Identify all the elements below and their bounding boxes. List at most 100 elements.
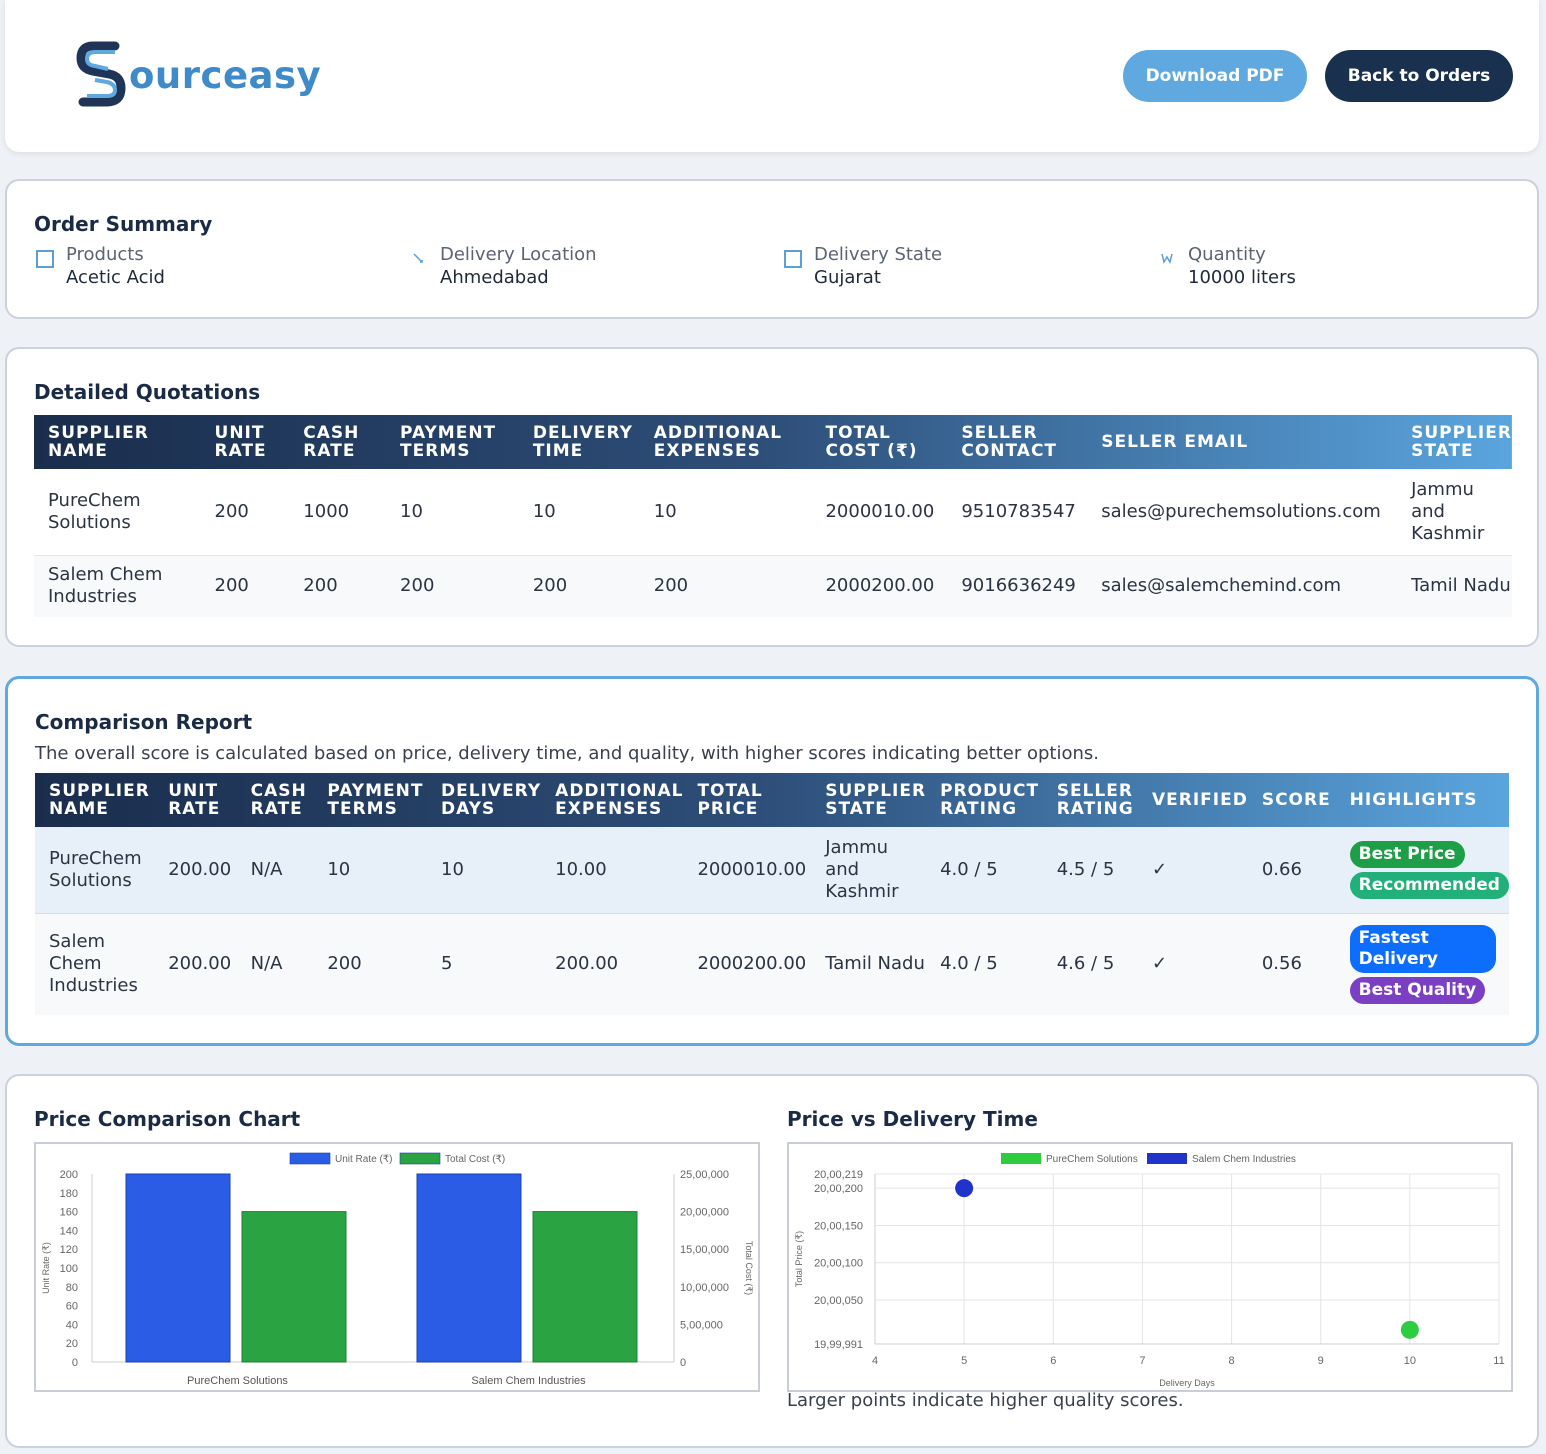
seller-email-link[interactable]: sales@purechemsolutions.com [1087, 469, 1397, 555]
summary-label: Quantity [1188, 244, 1266, 265]
column-header[interactable]: DELIVERY TIME [519, 415, 640, 469]
table-cell: 200 [303, 575, 338, 597]
column-header[interactable]: SELLER RATING [1043, 773, 1138, 827]
score-cell: 0.66 [1261, 858, 1302, 880]
column-header[interactable]: SUPPLIER NAME [34, 415, 201, 469]
column-header[interactable]: TOTAL COST (₹) [811, 415, 947, 469]
column-header[interactable]: HIGHLIGHTS [1336, 773, 1509, 827]
table-cell: 10 [441, 858, 464, 880]
column-header[interactable]: PAYMENT TERMS [386, 415, 519, 469]
column-header[interactable]: DELIVERY DAYS [427, 773, 541, 827]
summary-value: Acetic Acid [66, 267, 165, 288]
table-row: Salem Chem Industries 200 200 200 200 20… [34, 555, 1512, 617]
summary-quantity: Quantity 10000 liters [1161, 244, 1296, 288]
column-header[interactable]: SCORE [1248, 773, 1336, 827]
summary-label: Products [66, 244, 144, 265]
table-cell: 200 [327, 953, 362, 975]
supplier-name-cell: PureChem Solutions [48, 489, 141, 533]
table-cell: 4.0 / 5 [940, 858, 998, 880]
summary-delivery-state: Delivery State Gujarat [784, 244, 943, 288]
column-header[interactable]: CASH RATE [237, 773, 314, 827]
summary-label: Delivery Location [440, 244, 597, 265]
price-vs-delivery-title: Price vs Delivery Time [787, 1107, 1038, 1131]
table-cell: 10 [400, 500, 423, 522]
table-cell: N/A [250, 953, 283, 975]
x-tick-label: Salem Chem Industries [471, 1375, 586, 1387]
summary-value: Gujarat [814, 267, 881, 288]
y-tick-label: 200 [60, 1169, 78, 1181]
seller-contact-link[interactable]: 9510783547 [947, 469, 1087, 555]
price-vs-delivery-chart: PureChem Solutions Salem Chem Industries 4… [787, 1142, 1513, 1392]
location-icon [413, 253, 423, 263]
table-cell: 200.00 [555, 953, 619, 975]
table-cell: 4.6 / 5 [1056, 953, 1115, 975]
recommended-badge: Recommended [1349, 871, 1509, 899]
x-tick-label: 9 [1318, 1355, 1324, 1367]
y-tick-label: 180 [60, 1188, 78, 1200]
column-header[interactable]: SUPPLIER STATE [1397, 415, 1512, 469]
column-header[interactable]: ADDITIONAL EXPENSES [541, 773, 683, 827]
highlights-cell: Best Price Recommended [1336, 827, 1509, 913]
y-tick-label: 80 [66, 1282, 78, 1294]
table-header-row: SUPPLIER NAME UNIT RATE CASH RATE PAYMEN… [34, 415, 1512, 469]
table-cell: 200.00 [168, 858, 232, 880]
y2-tick-label: 20,00,000 [680, 1207, 729, 1219]
scatter-point [1400, 1320, 1419, 1339]
comparison-report-title: Comparison Report [35, 710, 253, 734]
order-summary-card: Order Summary Products Acetic Acid Deliv… [5, 179, 1539, 319]
x-axis-label: Delivery Days [1159, 1378, 1215, 1388]
y-tick-label: 20,00,200 [814, 1183, 863, 1195]
weight-icon [1161, 253, 1173, 264]
seller-contact-link[interactable]: 9016636249 [947, 555, 1087, 617]
bar [416, 1173, 522, 1363]
table-cell: 1000 [303, 500, 350, 522]
column-header[interactable]: UNIT RATE [201, 415, 290, 469]
y-axis-label: Total Price (₹) [794, 1231, 804, 1287]
table-cell: 4.0 / 5 [940, 953, 998, 975]
summary-label: Delivery State [814, 244, 943, 265]
column-header[interactable]: SELLER CONTACT [947, 415, 1087, 469]
column-header[interactable]: TOTAL PRICE [683, 773, 811, 827]
best-quality-badge: Best Quality [1349, 976, 1486, 1004]
y-tick-label: 0 [72, 1357, 78, 1369]
order-summary-title: Order Summary [34, 212, 213, 236]
column-header[interactable]: CASH RATE [289, 415, 386, 469]
back-to-orders-button[interactable]: Back to Orders [1325, 50, 1513, 102]
box-icon [36, 250, 54, 268]
seller-email-link[interactable]: sales@salemchemind.com [1087, 555, 1397, 617]
y-axis-label: Unit Rate (₹) [41, 1242, 51, 1294]
y-tick-label: 160 [60, 1207, 78, 1219]
download-pdf-button[interactable]: Download PDF [1123, 50, 1307, 102]
y-tick-label: 20,00,219 [814, 1169, 863, 1181]
column-header[interactable]: UNIT RATE [154, 773, 236, 827]
table-row: PureChem Solutions 200.00 N/A 10 10 10.0… [35, 827, 1509, 913]
column-header[interactable]: PRODUCT RATING [926, 773, 1043, 827]
table-cell: 200 [532, 575, 568, 597]
column-header[interactable]: SELLER EMAIL [1087, 415, 1397, 469]
column-header[interactable]: PAYMENT TERMS [313, 773, 427, 827]
column-header[interactable]: VERIFIED [1138, 773, 1248, 827]
map-icon [784, 250, 802, 268]
table-cell: 200 [214, 500, 249, 522]
legend-swatch [289, 1152, 331, 1165]
x-tick-label: PureChem Solutions [187, 1375, 288, 1387]
legend-swatch [1001, 1153, 1041, 1164]
supplier-name-cell: PureChem Solutions [49, 847, 142, 891]
table-cell: 10 [532, 500, 556, 522]
legend-swatch [399, 1152, 441, 1165]
table-cell: 200 [214, 575, 249, 597]
table-cell: 2000200.00 [697, 953, 807, 975]
table-cell: Jammu and Kashmir [1411, 478, 1485, 544]
column-header[interactable]: SUPPLIER NAME [35, 773, 154, 827]
column-header[interactable]: ADDITIONAL EXPENSES [640, 415, 812, 469]
table-cell: 4.5 / 5 [1056, 858, 1115, 880]
bar [532, 1211, 638, 1363]
table-cell: 200 [653, 575, 689, 597]
table-header-row: SUPPLIER NAME UNIT RATE CASH RATE PAYMEN… [35, 773, 1509, 827]
column-header[interactable]: SUPPLIER STATE [811, 773, 926, 827]
table-cell: 2000010.00 [697, 858, 807, 880]
table-cell: Tamil Nadu [825, 953, 925, 975]
x-tick-label: 11 [1493, 1355, 1504, 1367]
table-cell: 10 [327, 858, 351, 880]
sourceasy-logo[interactable]: ourceasy [75, 38, 321, 112]
